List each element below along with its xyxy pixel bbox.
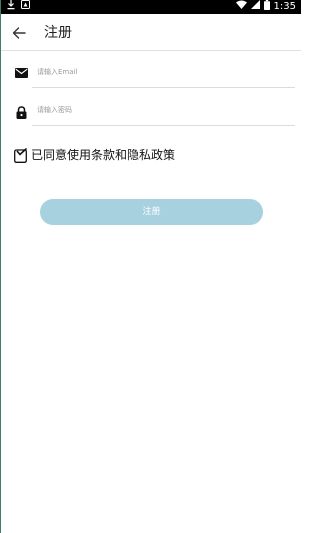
agreement-label: 已同意使用条款和隐私政策 [31,148,176,162]
mail-icon [14,66,28,80]
lock-icon [14,105,28,119]
back-button[interactable] [9,23,29,43]
battery-icon [263,0,270,15]
checkbox-icon [13,147,27,163]
download-icon [7,0,15,15]
register-button[interactable]: 注册 [40,199,263,225]
password-underline [32,125,295,126]
password-field[interactable] [37,96,295,124]
status-time: 1:35 [273,1,296,12]
email-row [1,58,301,94]
page-title: 注册 [44,25,72,41]
password-row [1,96,301,132]
status-bar: 1:35 [1,0,301,14]
register-screen: 1:35 注册 已同意使用条款和隐私政策 注册 [0,0,301,533]
agreement-row[interactable]: 已同意使用条款和隐私政策 [13,144,175,166]
agreement-checkbox[interactable] [13,147,27,163]
signal-icon [250,0,260,14]
status-right-icons: 1:35 [235,0,296,15]
wifi-icon [235,0,247,14]
arrow-left-icon [12,24,26,43]
app-bar: 注册 [1,14,301,51]
status-left-icons [7,0,30,14]
email-underline [32,87,295,88]
app-notification-icon [21,0,30,14]
email-field[interactable] [37,58,295,86]
